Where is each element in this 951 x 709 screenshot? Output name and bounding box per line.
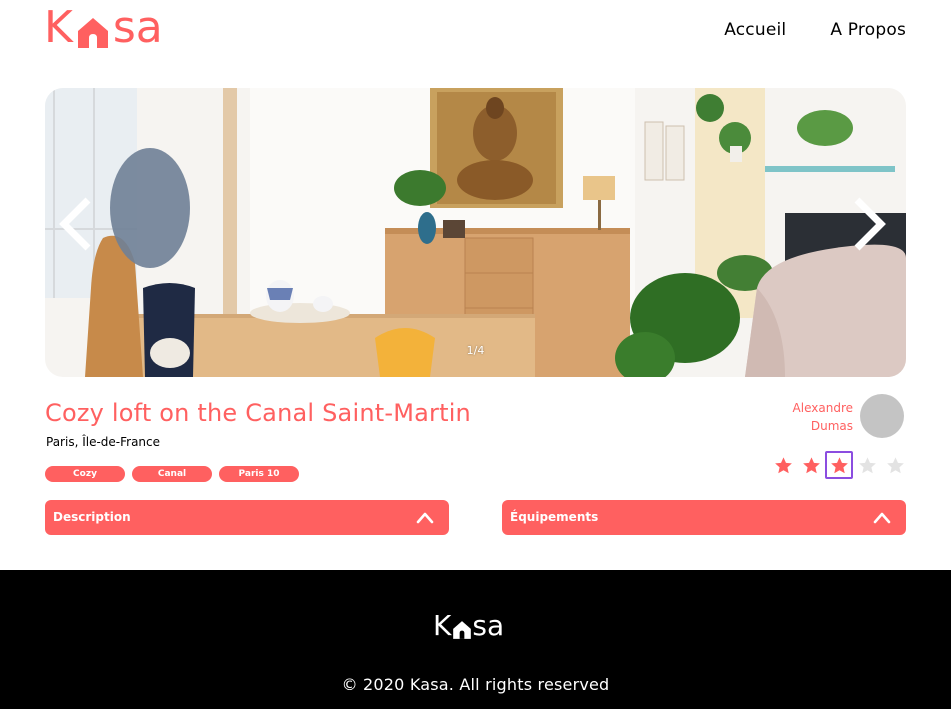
footer-logo-letters-sa: sa	[472, 609, 505, 642]
host-name: Alexandre Dumas	[793, 399, 853, 435]
star-filled-icon	[825, 451, 853, 479]
star-icon	[830, 456, 848, 473]
site-footer: K sa © 2020 Kasa. All rights reserved	[0, 570, 951, 709]
house-icon	[77, 18, 108, 48]
host-avatar	[860, 394, 904, 438]
copyright-text: © 2020 Kasa. All rights reserved	[341, 675, 610, 694]
star-icon	[774, 456, 792, 473]
next-image-arrow-icon[interactable]	[851, 196, 887, 252]
tag-list: Cozy Canal Paris 10	[45, 466, 299, 482]
equipements-collapse[interactable]: Équipements	[502, 500, 906, 535]
description-collapse-label: Description	[53, 510, 131, 524]
star-empty-icon	[854, 452, 880, 478]
nav-link-accueil[interactable]: Accueil	[724, 20, 786, 40]
footer-kasa-logo: K sa	[433, 610, 504, 642]
star-filled-icon	[798, 452, 824, 478]
description-collapse[interactable]: Description	[45, 500, 449, 535]
tag: Canal	[132, 466, 212, 482]
equipements-collapse-label: Équipements	[510, 510, 599, 524]
kasa-logo[interactable]: K sa	[44, 4, 163, 52]
photo-carousel	[45, 88, 906, 377]
chevron-up-icon[interactable]	[872, 509, 892, 525]
tag: Cozy	[45, 466, 125, 482]
main-nav: Accueil A Propos	[724, 20, 906, 40]
chevron-up-icon[interactable]	[415, 509, 435, 525]
star-icon	[886, 456, 904, 473]
footer-logo-letter-k: K	[433, 609, 452, 642]
host-info: Alexandre Dumas	[760, 394, 906, 438]
logo-letter-k: K	[44, 2, 73, 53]
nav-link-a-propos[interactable]: A Propos	[830, 20, 906, 40]
living-room-photo	[45, 88, 906, 377]
listing-title: Cozy loft on the Canal Saint-Martin	[45, 399, 471, 427]
rating-stars	[770, 451, 908, 479]
star-filled-icon	[770, 452, 796, 478]
logo-letters-sa: sa	[112, 2, 163, 53]
host-last-name: Dumas	[810, 419, 853, 433]
star-empty-icon	[882, 452, 908, 478]
star-icon	[858, 456, 876, 473]
house-icon	[453, 621, 472, 639]
star-icon	[802, 456, 820, 473]
tag: Paris 10	[219, 466, 299, 482]
listing-location: Paris, Île-de-France	[46, 435, 161, 449]
site-header: K sa Accueil A Propos	[0, 0, 951, 70]
previous-image-arrow-icon[interactable]	[58, 196, 94, 252]
image-counter: 1/4	[466, 344, 485, 357]
host-first-name: Alexandre	[792, 401, 853, 415]
